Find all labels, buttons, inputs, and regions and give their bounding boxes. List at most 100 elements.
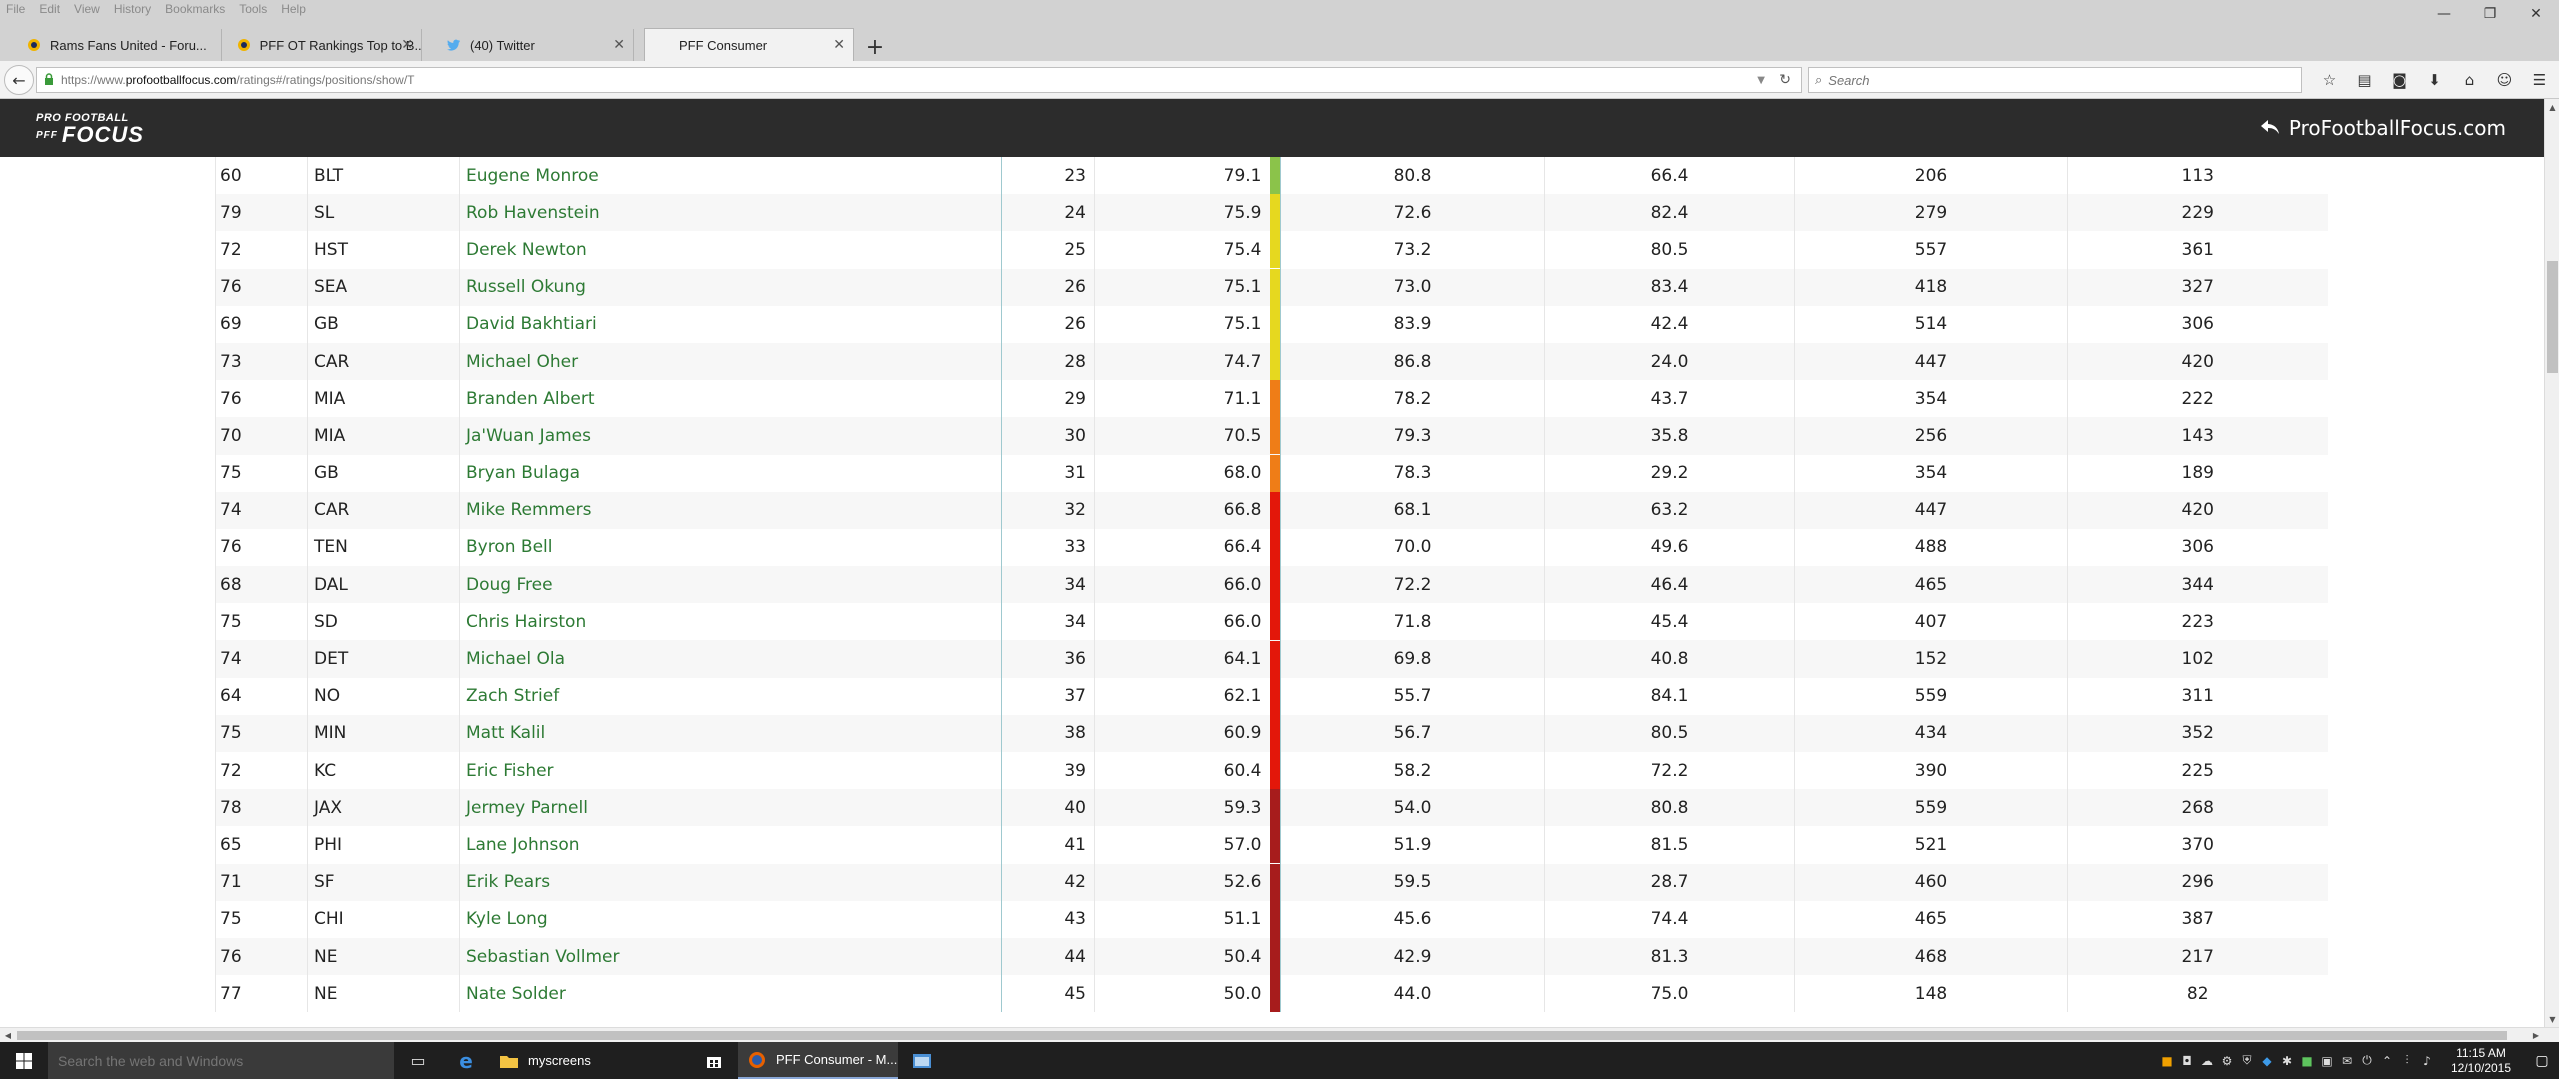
tab-twitter[interactable]: (40) Twitter ✕	[436, 29, 634, 61]
bluetooth-icon[interactable]: ✱	[2277, 1054, 2297, 1068]
player-name-link[interactable]: Branden Albert	[459, 380, 1002, 418]
site-home-link[interactable]: ProFootballFocus.com	[2260, 116, 2506, 140]
menu-view[interactable]: View	[74, 2, 100, 16]
edge-browser-icon[interactable]: e	[442, 1042, 490, 1079]
tab-pff-ot-rankings[interactable]: PFF OT Rankings Top to B... ✕	[226, 29, 422, 61]
player-name-link[interactable]: David Bakhtiari	[459, 305, 1002, 343]
chevron-down-icon[interactable]: ▼	[1757, 75, 1765, 86]
player-name-link[interactable]: Jermey Parnell	[459, 789, 1002, 827]
player-name-link[interactable]: Eugene Monroe	[459, 157, 1002, 195]
windows-logo-icon[interactable]	[0, 1042, 48, 1079]
tray-shield-icon[interactable]: ⛨	[2237, 1053, 2257, 1068]
player-name-link[interactable]: Rob Havenstein	[459, 194, 1002, 232]
scroll-down-arrow-icon[interactable]: ▼	[2545, 1011, 2559, 1027]
player-name-link[interactable]: Eric Fisher	[459, 752, 1002, 790]
close-window-icon[interactable]: ✕	[2513, 0, 2559, 28]
search-bar[interactable]: ⌕	[1808, 67, 2302, 93]
back-button[interactable]: ←	[4, 65, 34, 95]
tray-chat-icon[interactable]: ✉	[2337, 1054, 2357, 1068]
horizontal-scrollbar[interactable]: ◀ ▶	[0, 1027, 2559, 1042]
tab-rams-fans-united[interactable]: Rams Fans United - Foru...	[16, 29, 222, 61]
store-icon[interactable]	[690, 1042, 738, 1079]
player-name-link[interactable]: Matt Kalil	[459, 714, 1002, 752]
tray-dropbox-icon[interactable]: ◆	[2257, 1054, 2277, 1068]
ratings-table: 60 BLT Eugene Monroe 23 79.1 80.8 66.4 206 113 79…	[215, 157, 2328, 1013]
player-name-link[interactable]: Ja'Wuan James	[459, 417, 1002, 455]
player-team: SEA	[307, 268, 460, 306]
player-name-link[interactable]: Zach Strief	[459, 677, 1002, 715]
tab-pff-consumer[interactable]: PFF Consumer ✕	[644, 28, 854, 61]
player-name-link[interactable]: Kyle Long	[459, 900, 1002, 938]
menu-icon[interactable]: ☰	[2522, 69, 2557, 91]
scroll-left-arrow-icon[interactable]: ◀	[0, 1028, 16, 1043]
action-center-icon[interactable]: ▢	[2525, 1053, 2559, 1069]
search-input[interactable]	[1828, 72, 2269, 88]
reading-list-icon[interactable]: ▤	[2347, 69, 2382, 91]
player-name-link[interactable]: Derek Newton	[459, 231, 1002, 269]
player-age: 75	[215, 454, 308, 492]
table-row: 74 DET Michael Ola 36 64.1 69.8 40.8 152 102	[215, 640, 2328, 678]
run-block-grade: 42.4	[1544, 305, 1795, 343]
tray-monitor-icon[interactable]: ▣	[2317, 1054, 2337, 1068]
tray-camera-icon[interactable]: ◘	[2177, 1054, 2197, 1068]
volume-icon[interactable]: ♪	[2417, 1054, 2437, 1068]
vertical-scrollbar[interactable]: ▲ ▼	[2544, 99, 2559, 1027]
close-tab-icon[interactable]: ✕	[613, 37, 625, 53]
player-name-link[interactable]: Sebastian Vollmer	[459, 937, 1002, 976]
pass-snaps: 407	[1794, 603, 2068, 641]
horizontal-scroll-thumb[interactable]	[17, 1031, 2507, 1040]
scroll-right-arrow-icon[interactable]: ▶	[2528, 1028, 2544, 1043]
url-bar[interactable]: https://www.profootballfocus.com/ratings…	[36, 67, 1802, 93]
pass-snaps: 559	[1794, 677, 2068, 715]
home-icon[interactable]: ⌂	[2452, 69, 2487, 91]
minimize-icon[interactable]: —	[2421, 0, 2467, 28]
tray-app-icon[interactable]: ■	[2157, 1054, 2177, 1068]
tray-green-icon[interactable]: ■	[2297, 1054, 2317, 1068]
network-icon[interactable]: ⫶	[2397, 1053, 2417, 1068]
tray-gear-icon[interactable]: ⚙	[2217, 1054, 2237, 1068]
player-age: 75	[215, 714, 308, 752]
player-name-link[interactable]: Byron Bell	[459, 528, 1002, 567]
tray-power-icon[interactable]: ⏻	[2357, 1053, 2377, 1068]
cortana-search-box[interactable]	[48, 1042, 394, 1079]
vertical-scroll-thumb[interactable]	[2547, 261, 2558, 373]
taskbar-firefox[interactable]: PFF Consumer - M...	[738, 1042, 898, 1079]
onedrive-icon[interactable]: ☁	[2197, 1054, 2217, 1068]
pocket-icon[interactable]: ◙	[2382, 69, 2417, 91]
player-name-link[interactable]: Lane Johnson	[459, 826, 1002, 864]
menu-tools[interactable]: Tools	[239, 2, 267, 16]
player-name-link[interactable]: Bryan Bulaga	[459, 454, 1002, 492]
menu-edit[interactable]: Edit	[39, 2, 60, 16]
player-name-link[interactable]: Chris Hairston	[459, 603, 1002, 641]
player-name-link[interactable]: Mike Remmers	[459, 491, 1002, 529]
site-link-label: ProFootballFocus.com	[2288, 116, 2506, 140]
reload-icon[interactable]: ↻	[1779, 72, 1791, 88]
pass-block-grade: 70.0	[1280, 528, 1545, 567]
download-icon[interactable]: ⬇	[2417, 69, 2452, 91]
menu-bookmarks[interactable]: Bookmarks	[165, 2, 225, 16]
bookmark-star-icon[interactable]: ☆	[2312, 69, 2347, 91]
player-name-link[interactable]: Erik Pears	[459, 863, 1002, 901]
taskbar-file-explorer[interactable]: myscreens	[490, 1042, 690, 1079]
chat-icon[interactable]: ☺	[2487, 69, 2522, 91]
taskbar-clock[interactable]: 11:15 AM 12/10/2015	[2437, 1046, 2525, 1076]
player-name-link[interactable]: Michael Ola	[459, 640, 1002, 678]
task-view-icon[interactable]: ▭	[394, 1042, 442, 1079]
menu-help[interactable]: Help	[281, 2, 306, 16]
pff-logo[interactable]: PRO FOOTBALL PFF FOCUS	[36, 113, 144, 146]
close-tab-icon[interactable]: ✕	[401, 37, 413, 53]
pass-snaps: 557	[1794, 231, 2068, 269]
app-window-icon[interactable]	[898, 1042, 946, 1079]
new-tab-button[interactable]: +	[862, 34, 888, 60]
restore-icon[interactable]: ❐	[2467, 0, 2513, 28]
close-tab-icon[interactable]: ✕	[833, 37, 845, 53]
menu-file[interactable]: File	[6, 2, 25, 16]
player-name-link[interactable]: Doug Free	[459, 566, 1002, 604]
show-hidden-icons-icon[interactable]: ⌃	[2377, 1054, 2397, 1068]
player-name-link[interactable]: Russell Okung	[459, 268, 1002, 306]
scroll-up-arrow-icon[interactable]: ▲	[2545, 99, 2559, 115]
menu-history[interactable]: History	[114, 2, 151, 16]
player-name-link[interactable]: Nate Solder	[459, 975, 1002, 1013]
player-name-link[interactable]: Michael Oher	[459, 342, 1002, 381]
taskbar-search-input[interactable]	[58, 1052, 378, 1069]
